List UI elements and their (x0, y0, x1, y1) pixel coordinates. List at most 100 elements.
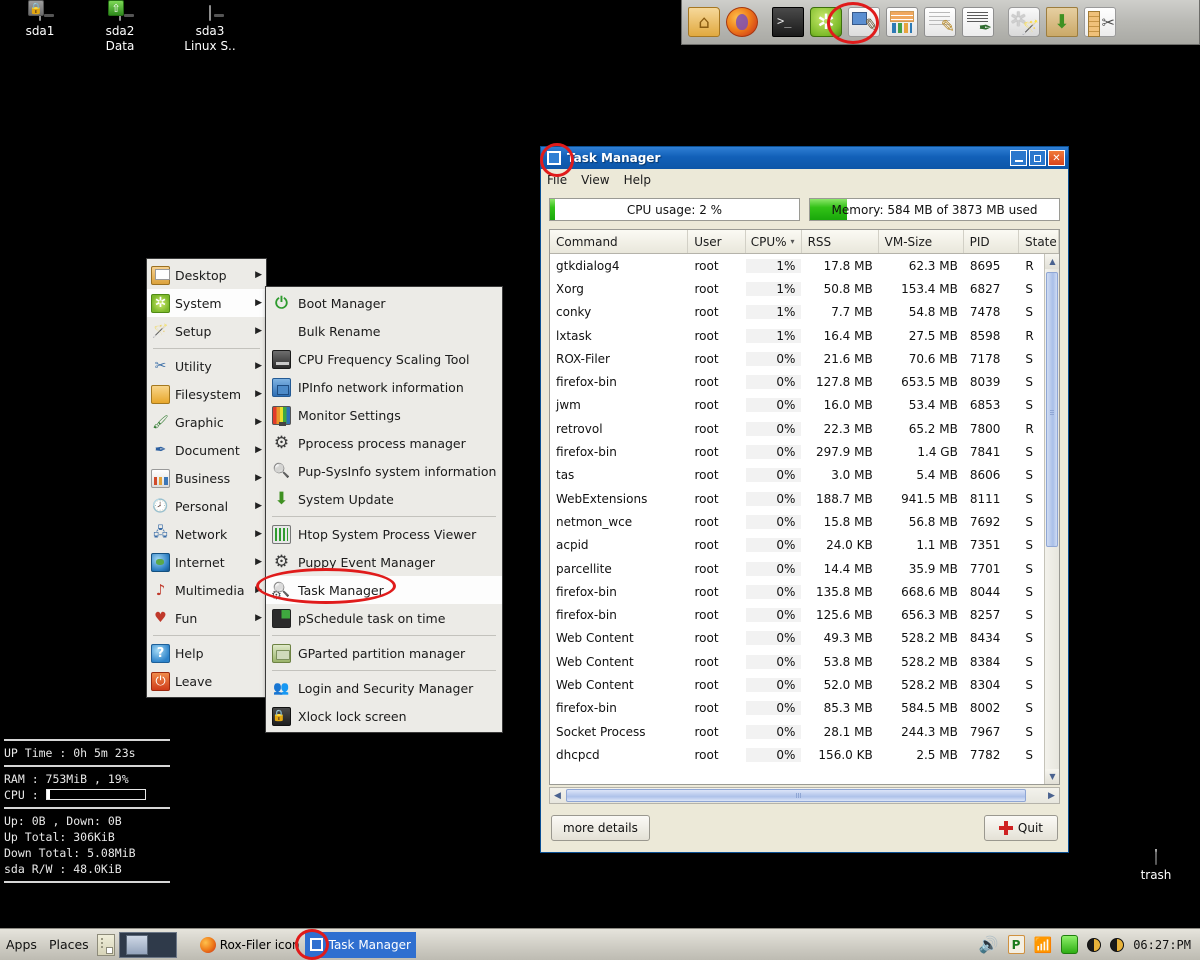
table-row[interactable]: gtkdialog4 root 1% 17.8 MB 62.3 MB 8695 R (550, 254, 1059, 277)
table-row[interactable]: WebExtensions root 0% 188.7 MB 941.5 MB 8111 S (550, 487, 1059, 510)
submenu-item-puppy-event-manager[interactable]: Puppy Event Manager (266, 548, 502, 576)
horizontal-scroll-thumb[interactable] (566, 789, 1026, 802)
scroll-left-icon[interactable]: ◀ (550, 788, 565, 803)
desktop-icon-sda1[interactable]: 🔒 sda1 (0, 0, 80, 39)
menu-item-document[interactable]: Document▶ (147, 436, 266, 464)
submenu-item-system-update[interactable]: System Update (266, 485, 502, 513)
column-header-rss[interactable]: RSS (802, 230, 879, 253)
scroll-down-icon[interactable]: ▼ (1045, 769, 1059, 784)
menu-item-personal[interactable]: Personal▶ (147, 492, 266, 520)
table-row[interactable]: Web Content root 0% 49.3 MB 528.2 MB 8434 S (550, 627, 1059, 650)
launch-wordprocessor[interactable] (922, 4, 958, 40)
quit-button[interactable]: Quit (983, 815, 1058, 841)
table-row[interactable]: retrovol root 0% 22.3 MB 65.2 MB 7800 R (550, 417, 1059, 440)
table-row[interactable]: lxtask root 1% 16.4 MB 27.5 MB 8598 R (550, 324, 1059, 347)
table-row[interactable]: Web Content root 0% 53.8 MB 528.2 MB 8384 S (550, 650, 1059, 673)
taskbar-button-rox-filer[interactable]: Rox-Filer icon (195, 932, 305, 958)
menu-item-desktop[interactable]: Desktop ▶ (147, 261, 266, 289)
window-app-icon[interactable] (547, 151, 561, 165)
column-header-command[interactable]: Command (550, 230, 689, 253)
table-row[interactable]: acpid root 0% 24.0 KB 1.1 MB 7351 S (550, 534, 1059, 557)
launch-text-editor[interactable] (846, 4, 882, 40)
menu-view[interactable]: View (581, 173, 609, 187)
table-row[interactable]: tas root 0% 3.0 MB 5.4 MB 8606 S (550, 464, 1059, 487)
submenu-item-login-security[interactable]: Login and Security Manager (266, 674, 502, 702)
table-row[interactable]: firefox-bin root 0% 125.6 MB 656.3 MB 8257 S (550, 603, 1059, 626)
taskbar-places-button[interactable]: Places (43, 929, 95, 960)
submenu-item-pschedule[interactable]: pSchedule task on time (266, 604, 502, 632)
menu-item-multimedia[interactable]: Multimedia▶ (147, 576, 266, 604)
table-row[interactable]: firefox-bin root 0% 135.8 MB 668.6 MB 8044 S (550, 580, 1059, 603)
menu-item-network[interactable]: Network▶ (147, 520, 266, 548)
scroll-right-icon[interactable]: ▶ (1044, 788, 1059, 803)
submenu-item-pprocess[interactable]: Pprocess process manager (266, 429, 502, 457)
table-row[interactable]: dhcpcd root 0% 156.0 KB 2.5 MB 7782 S (550, 743, 1059, 766)
drive-icon[interactable] (1061, 935, 1079, 954)
more-details-button[interactable]: more details (551, 815, 650, 841)
pager-desktop-1[interactable] (125, 934, 148, 955)
column-header-vmsize[interactable]: VM-Size (879, 230, 964, 253)
minimize-button[interactable] (1010, 150, 1027, 166)
menu-item-fun[interactable]: Fun▶ (147, 604, 266, 632)
menu-item-system[interactable]: System▶ (147, 289, 266, 317)
table-row[interactable]: firefox-bin root 0% 127.8 MB 653.5 MB 8039 S (550, 370, 1059, 393)
table-row[interactable]: parcellite root 0% 14.4 MB 35.9 MB 7701 S (550, 557, 1059, 580)
launch-document[interactable] (960, 4, 996, 40)
launch-tools[interactable] (1006, 4, 1042, 40)
menu-item-setup[interactable]: Setup▶ (147, 317, 266, 345)
maximize-button[interactable] (1029, 150, 1046, 166)
clipboard-icon[interactable]: P (1007, 935, 1025, 954)
volume-icon[interactable]: 🔊 (979, 935, 999, 954)
table-row[interactable]: firefox-bin root 0% 85.3 MB 584.5 MB 8002 S (550, 697, 1059, 720)
menu-help[interactable]: Help (624, 173, 651, 187)
column-header-pid[interactable]: PID (964, 230, 1019, 253)
column-header-cpu[interactable]: CPU% ▾ (745, 230, 802, 253)
submenu-item-xlock[interactable]: Xlock lock screen (266, 702, 502, 730)
launch-spreadsheet[interactable] (884, 4, 920, 40)
table-row[interactable]: conky root 1% 7.7 MB 54.8 MB 7478 S (550, 301, 1059, 324)
table-row[interactable]: netmon_wce root 0% 15.8 MB 56.8 MB 7692 S (550, 510, 1059, 533)
launch-terminal[interactable] (770, 4, 806, 40)
submenu-item-ipinfo[interactable]: IPInfo network information (266, 373, 502, 401)
desktop-icon-sda3[interactable]: sda3 Linux S.. (170, 5, 250, 54)
wifi-icon[interactable]: 📶 (1034, 936, 1053, 954)
contrast-icon[interactable] (1110, 937, 1125, 952)
menu-item-help[interactable]: Help (147, 639, 266, 667)
window-titlebar[interactable]: Task Manager ✕ (541, 147, 1068, 169)
brightness-icon[interactable] (1087, 937, 1102, 952)
taskbar-apps-button[interactable]: Apps (0, 929, 43, 960)
table-row[interactable]: Web Content root 0% 52.0 MB 528.2 MB 8304 S (550, 673, 1059, 696)
submenu-item-gparted[interactable]: GParted partition manager (266, 639, 502, 667)
menu-file[interactable]: File (547, 173, 567, 187)
submenu-item-bulk-rename[interactable]: Bulk Rename (266, 317, 502, 345)
vertical-scroll-thumb[interactable] (1046, 272, 1058, 547)
submenu-item-pup-sysinfo[interactable]: Pup-SysInfo system information (266, 457, 502, 485)
launch-package-install[interactable] (1044, 4, 1080, 40)
menu-item-utility[interactable]: Utility▶ (147, 352, 266, 380)
vertical-scrollbar[interactable]: ▲ ▼ (1044, 254, 1059, 784)
menu-item-leave[interactable]: Leave (147, 667, 266, 695)
desktop-icon-trash[interactable]: trash (1116, 849, 1196, 883)
submenu-item-task-manager[interactable]: Task Manager (266, 576, 502, 604)
taskbar-button-task-manager[interactable]: Task Manager (304, 931, 416, 958)
launch-measure[interactable] (1082, 4, 1118, 40)
scroll-up-icon[interactable]: ▲ (1045, 254, 1059, 269)
table-row[interactable]: ROX-Filer root 0% 21.6 MB 70.6 MB 7178 S (550, 347, 1059, 370)
menu-item-internet[interactable]: Internet ▶ (147, 548, 266, 576)
column-header-user[interactable]: User (688, 230, 746, 253)
desktop-icon-sda2[interactable]: ⇧ sda2 Data (80, 0, 160, 54)
table-row[interactable]: Socket Process root 0% 28.1 MB 244.3 MB 7967 S (550, 720, 1059, 743)
close-button[interactable]: ✕ (1048, 150, 1065, 166)
horizontal-scrollbar[interactable]: ◀ ▶ (549, 787, 1060, 804)
clock[interactable]: 06:27:PM (1133, 938, 1191, 952)
table-row[interactable]: Xorg root 1% 50.8 MB 153.4 MB 6827 S (550, 277, 1059, 300)
table-row[interactable]: jwm root 0% 16.0 MB 53.4 MB 6853 S (550, 394, 1059, 417)
desktop-pager[interactable] (118, 931, 177, 958)
submenu-item-boot-manager[interactable]: Boot Manager (266, 289, 502, 317)
submenu-item-cpu-frequency[interactable]: CPU Frequency Scaling Tool (266, 345, 502, 373)
menu-item-graphic[interactable]: Graphic▶ (147, 408, 266, 436)
submenu-item-htop[interactable]: Htop System Process Viewer (266, 520, 502, 548)
launch-firefox[interactable] (724, 4, 760, 40)
submenu-item-monitor-settings[interactable]: Monitor Settings (266, 401, 502, 429)
table-row[interactable]: firefox-bin root 0% 297.9 MB 1.4 GB 7841 S (550, 440, 1059, 463)
